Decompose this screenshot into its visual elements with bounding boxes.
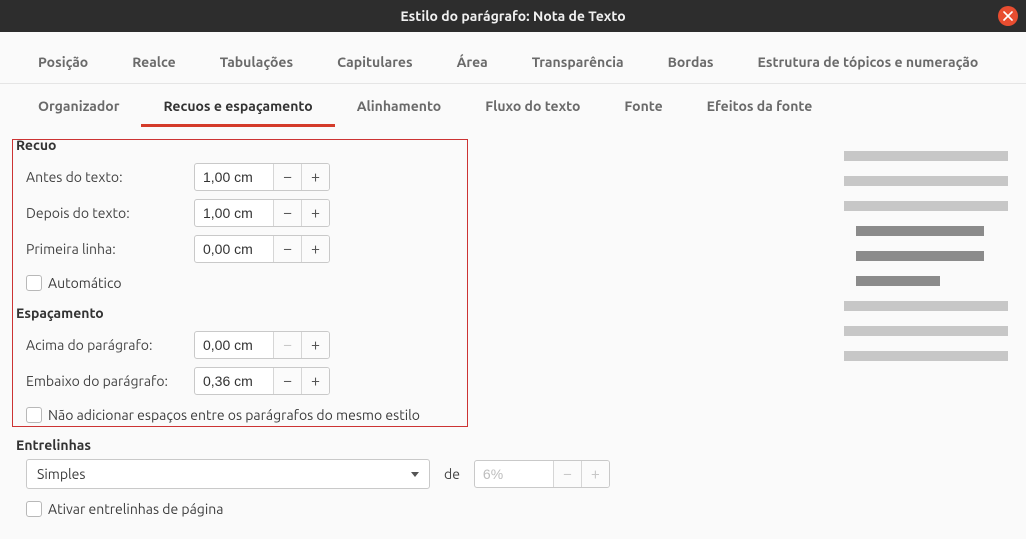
chevron-down-icon — [411, 472, 419, 477]
preview-line-indent — [856, 251, 984, 261]
spin-below-paragraph-minus[interactable]: − — [273, 368, 301, 394]
spin-linespacing-minus: − — [553, 461, 581, 487]
tab-posicao[interactable]: Posição — [16, 46, 110, 83]
preview-line-indent — [856, 226, 984, 236]
window-title: Estilo do parágrafo: Nota de Texto — [400, 8, 625, 24]
preview-line — [844, 176, 1008, 186]
input-linespacing-value — [475, 461, 553, 487]
preview-line-indent — [856, 276, 940, 286]
checkbox-activate-page-linespacing[interactable] — [26, 501, 42, 517]
close-button[interactable] — [998, 6, 1018, 26]
row-below-paragraph: Embaixo do parágrafo: − + — [26, 363, 1014, 399]
checkbox-no-add-space[interactable] — [26, 407, 42, 423]
spin-before-text: − + — [194, 163, 330, 191]
titlebar: Estilo do parágrafo: Nota de Texto — [0, 0, 1026, 32]
label-below-paragraph: Embaixo do parágrafo: — [26, 373, 194, 389]
input-above-paragraph[interactable] — [195, 332, 273, 358]
label-above-paragraph: Acima do parágrafo: — [26, 337, 194, 353]
spin-after-text-plus[interactable]: + — [301, 200, 329, 226]
tab-realce[interactable]: Realce — [110, 46, 197, 83]
tab-area[interactable]: Área — [435, 46, 510, 83]
preview-line — [844, 326, 1008, 336]
tab-alinhamento[interactable]: Alinhamento — [335, 90, 464, 127]
tab-recuos-espacamento[interactable]: Recuos e espaçamento — [141, 90, 334, 127]
spin-above-paragraph-plus[interactable]: + — [301, 332, 329, 358]
label-activate-page-linespacing: Ativar entrelinhas de página — [48, 501, 223, 517]
tab-fonte[interactable]: Fonte — [602, 90, 684, 127]
label-first-line: Primeira linha: — [26, 241, 194, 257]
spin-before-text-plus[interactable]: + — [301, 164, 329, 190]
spin-first-line-plus[interactable]: + — [301, 236, 329, 262]
tab-transparencia[interactable]: Transparência — [510, 46, 646, 83]
tab-organizador[interactable]: Organizador — [16, 90, 141, 127]
spin-above-paragraph: − + — [194, 331, 330, 359]
input-before-text[interactable] — [195, 164, 273, 190]
tab-capitulares[interactable]: Capitulares — [315, 46, 434, 83]
content-pane: Recuo Antes do texto: − + Depois do text… — [0, 137, 1026, 539]
spin-below-paragraph-plus[interactable]: + — [301, 368, 329, 394]
spin-above-paragraph-minus: − — [273, 332, 301, 358]
preview-panel — [844, 151, 1008, 361]
spin-after-text: − + — [194, 199, 330, 227]
spin-linespacing-value: − + — [474, 460, 610, 488]
row-activate-page-linespacing: Ativar entrelinhas de página — [26, 497, 1014, 521]
section-title-linespacing: Entrelinhas — [16, 437, 1014, 453]
spin-linespacing-plus: + — [581, 461, 609, 487]
preview-line — [844, 151, 1008, 161]
row-no-add-space: Não adicionar espaços entre os parágrafo… — [26, 403, 1014, 427]
tab-bordas[interactable]: Bordas — [646, 46, 736, 83]
preview-line — [844, 201, 1008, 211]
spin-first-line-minus[interactable]: − — [273, 236, 301, 262]
tab-efeitos-fonte[interactable]: Efeitos da fonte — [685, 90, 835, 127]
row-linespacing: Simples de − + — [26, 459, 1014, 489]
label-de: de — [444, 466, 460, 482]
input-first-line[interactable] — [195, 236, 273, 262]
preview-line — [844, 301, 1008, 311]
label-automatic: Automático — [48, 275, 122, 291]
spin-first-line: − + — [194, 235, 330, 263]
spin-before-text-minus[interactable]: − — [273, 164, 301, 190]
preview-line — [844, 351, 1008, 361]
tabs-sub: Organizador Recuos e espaçamento Alinham… — [0, 84, 1026, 127]
label-no-add-space: Não adicionar espaços entre os parágrafo… — [48, 407, 420, 423]
spin-after-text-minus[interactable]: − — [273, 200, 301, 226]
label-after-text: Depois do texto: — [26, 205, 194, 221]
tab-estrutura[interactable]: Estrutura de tópicos e numeração — [736, 46, 1001, 83]
dropdown-linespacing-value: Simples — [37, 466, 85, 482]
close-icon — [1003, 11, 1013, 21]
tab-tabulacoes[interactable]: Tabulações — [198, 46, 315, 83]
dropdown-linespacing[interactable]: Simples — [26, 459, 430, 489]
checkbox-automatic[interactable] — [26, 275, 42, 291]
input-below-paragraph[interactable] — [195, 368, 273, 394]
tabs-top: Posição Realce Tabulações Capitulares Ár… — [0, 32, 1026, 84]
input-after-text[interactable] — [195, 200, 273, 226]
tab-fluxo-texto[interactable]: Fluxo do texto — [463, 90, 602, 127]
spin-below-paragraph: − + — [194, 367, 330, 395]
label-before-text: Antes do texto: — [26, 169, 194, 185]
